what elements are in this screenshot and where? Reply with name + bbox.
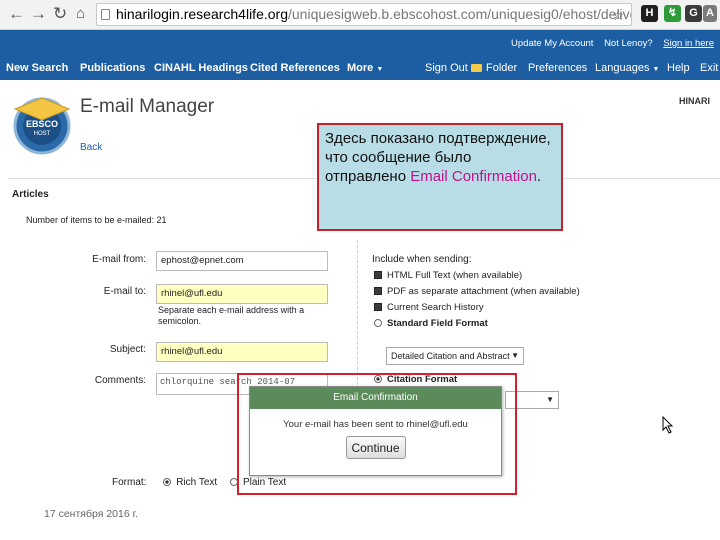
subject-label: Subject:	[109, 344, 146, 355]
nav-languages[interactable]: Languages ▼	[595, 62, 659, 74]
email-to-field[interactable]: rhinel@ufl.edu	[156, 284, 328, 304]
email-from-label: E-mail from:	[92, 254, 146, 265]
comments-label: Comments:	[94, 375, 146, 386]
highlight-frame	[237, 373, 517, 495]
institution-label: HINARI	[679, 96, 710, 106]
section-title: Articles	[12, 189, 49, 200]
dropdown-arrow-icon: ▼	[546, 395, 554, 404]
ebscohost-logo: EBSCO HOST	[13, 97, 71, 155]
address-bar[interactable]: hinarilogin.research4life.org/uniquesigw…	[96, 3, 632, 26]
annotation-callout: Здесь показано подтверждение, что сообще…	[317, 123, 563, 231]
home-icon[interactable]: ⌂	[76, 4, 85, 24]
nav-more[interactable]: More ▼	[347, 62, 383, 74]
option-html-full-text[interactable]: HTML Full Text (when available)	[374, 270, 522, 281]
chevron-down-icon: ▼	[652, 66, 660, 73]
slide-date: 17 сентября 2016 г.	[44, 508, 139, 520]
column-divider	[357, 240, 358, 390]
extension-icon-2[interactable]: ↯	[664, 5, 681, 22]
nav-publications[interactable]: Publications	[80, 62, 145, 74]
main-navigation: Update My Account Not Lenoy? Sign in her…	[0, 30, 720, 80]
nav-languages-label: Languages	[595, 62, 650, 74]
radio-button[interactable]	[374, 319, 382, 327]
mouse-cursor-icon	[662, 416, 674, 434]
nav-help[interactable]: Help	[667, 62, 690, 74]
select-value: Detailed Citation and Abstract	[391, 351, 510, 361]
extension-icon-1[interactable]: H	[641, 5, 658, 22]
items-count: Number of items to be e-mailed: 21	[26, 215, 167, 225]
callout-text-end: .	[536, 168, 542, 185]
option-search-history[interactable]: Current Search History	[374, 302, 484, 313]
include-title: Include when sending:	[372, 254, 472, 265]
nav-preferences[interactable]: Preferences	[528, 62, 587, 74]
callout-highlight: Email Confirmation	[410, 168, 537, 185]
option-pdf-attachment[interactable]: PDF as separate attachment (when availab…	[374, 286, 580, 297]
subject-field[interactable]: rhinel@ufl.edu	[156, 342, 328, 362]
nav-exit[interactable]: Exit	[700, 62, 718, 74]
update-account-link[interactable]: Update My Account	[511, 38, 593, 49]
rich-text-label: Rich Text	[176, 477, 218, 488]
email-to-hint: Separate each e-mail address with a semi…	[158, 305, 305, 326]
nav-cited-references[interactable]: Cited References	[250, 62, 340, 74]
extension-icon-4[interactable]: A	[703, 5, 717, 22]
option-history-label: Current Search History	[387, 302, 484, 313]
bookmark-star-icon[interactable]: ☆	[612, 5, 625, 25]
nav-folder[interactable]: Folder	[471, 62, 517, 74]
url-host: hinarilogin.research4life.org	[116, 6, 288, 22]
option-standard-label: Standard Field Format	[387, 318, 488, 329]
dropdown-arrow-icon: ▼	[511, 351, 519, 360]
folder-icon	[471, 64, 482, 72]
back-link[interactable]: Back	[80, 142, 102, 153]
format-label: Format:	[112, 477, 147, 488]
url-path: /uniquesigweb.b.ebscohost.com/uniquesig0…	[288, 6, 632, 22]
option-html-label: HTML Full Text (when available)	[387, 270, 523, 281]
checkbox-checked[interactable]	[374, 287, 382, 295]
email-to-label: E-mail to:	[103, 286, 146, 297]
sign-in-link[interactable]: Sign in here	[663, 38, 714, 49]
checkbox-checked[interactable]	[374, 303, 382, 311]
nav-more-label: More	[347, 62, 374, 74]
extension-icon-3[interactable]: G	[685, 5, 702, 22]
not-user-link[interactable]: Not Lenoy?	[604, 38, 653, 49]
standard-format-select[interactable]: Detailed Citation and Abstract ▼	[386, 347, 524, 365]
page-title: E-mail Manager	[80, 96, 215, 117]
page-icon	[101, 9, 110, 20]
account-links: Update My Account Not Lenoy? Sign in her…	[503, 38, 714, 49]
logo-text-bottom: HOST	[34, 131, 51, 137]
chevron-down-icon: ▼	[376, 66, 384, 73]
nav-sign-out[interactable]: Sign Out	[425, 62, 468, 74]
forward-arrow-icon[interactable]: →	[30, 4, 47, 24]
format-rich-text[interactable]: Rich Text	[163, 477, 217, 488]
nav-cinahl-headings[interactable]: CINAHL Headings	[154, 62, 248, 74]
nav-new-search[interactable]: New Search	[6, 62, 68, 74]
nav-folder-label: Folder	[486, 62, 518, 74]
logo-text-top: EBSCO	[26, 119, 58, 129]
reload-icon[interactable]: ↻	[53, 4, 67, 24]
option-standard-format[interactable]: Standard Field Format	[374, 318, 488, 329]
radio-button-selected[interactable]	[163, 478, 172, 486]
browser-toolbar: ← → ↻ ⌂ hinarilogin.research4life.org/un…	[0, 0, 720, 30]
back-arrow-icon[interactable]: ←	[8, 4, 25, 24]
email-from-field[interactable]: ephost@epnet.com	[156, 251, 328, 271]
option-pdf-label: PDF as separate attachment (when availab…	[387, 286, 580, 297]
checkbox-checked[interactable]	[374, 271, 382, 279]
